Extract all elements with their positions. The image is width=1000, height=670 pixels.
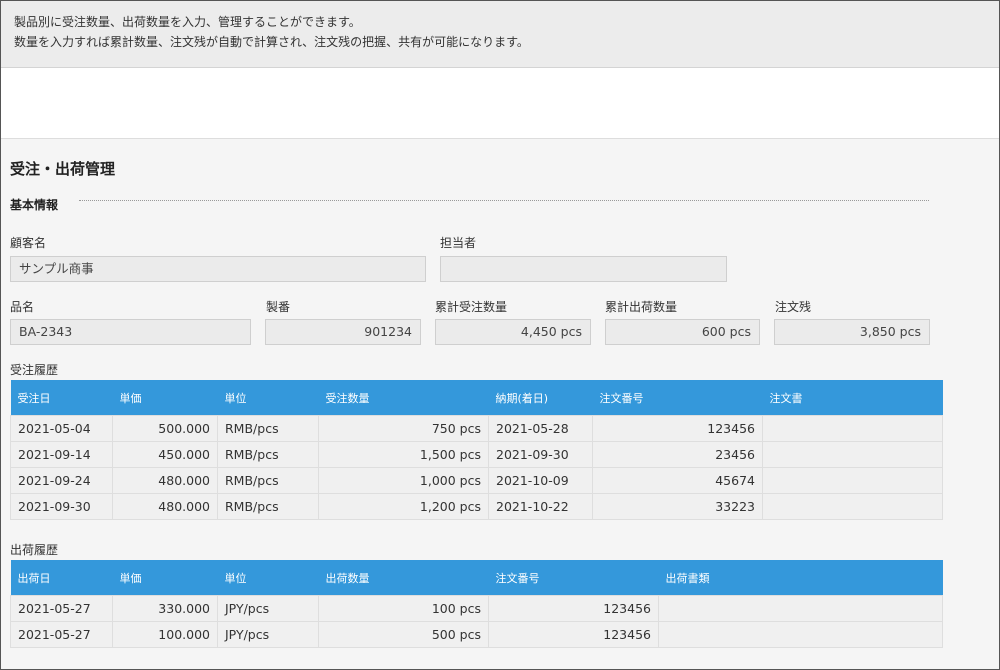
- order-number-cell[interactable]: 123456: [592, 415, 763, 442]
- ship-price-cell[interactable]: 100.000: [112, 621, 218, 648]
- ship-history-label: 出荷履歴: [10, 543, 59, 557]
- customer-label: 顧客名: [10, 236, 47, 250]
- order-unit-cell[interactable]: RMB/pcs: [217, 493, 319, 520]
- app-frame: 製品別に受注数量、出荷数量を入力、管理することができます。 数量を入力すれば累計…: [0, 0, 1000, 670]
- remaining-label: 注文残: [775, 300, 812, 314]
- order-col-unit: 単位: [217, 380, 319, 416]
- order-col-price: 単価: [112, 380, 218, 416]
- order-price-cell[interactable]: 500.000: [112, 415, 218, 442]
- ship-order-number-cell[interactable]: 123456: [488, 595, 659, 622]
- table-row[interactable]: 2021-09-14 450.000 RMB/pcs 1,500 pcs 202…: [10, 441, 943, 468]
- order-doc-cell[interactable]: [762, 441, 943, 468]
- table-row[interactable]: 2021-09-24 480.000 RMB/pcs 1,000 pcs 202…: [10, 467, 943, 494]
- ship-col-qty: 出荷数量: [318, 560, 489, 596]
- person-label: 担当者: [440, 236, 477, 250]
- ship-col-doc: 出荷書類: [658, 560, 943, 596]
- order-qty-cell[interactable]: 1,000 pcs: [318, 467, 489, 494]
- ship-doc-cell[interactable]: [658, 621, 943, 648]
- order-col-order-no: 注文番号: [592, 380, 763, 416]
- serial-label: 製番: [266, 300, 291, 314]
- order-history-header-row: 受注日 単価 単位 受注数量 納期(着日) 注文番号 注文書: [10, 380, 943, 416]
- table-row[interactable]: 2021-05-27 330.000 JPY/pcs 100 pcs 12345…: [10, 595, 943, 622]
- order-unit-cell[interactable]: RMB/pcs: [217, 415, 319, 442]
- order-doc-cell[interactable]: [762, 493, 943, 520]
- ship-unit-cell[interactable]: JPY/pcs: [217, 621, 319, 648]
- customer-field[interactable]: サンプル商事: [10, 256, 426, 282]
- order-doc-cell[interactable]: [762, 415, 943, 442]
- ship-date-cell[interactable]: 2021-05-27: [10, 595, 113, 622]
- section-divider: [79, 200, 929, 201]
- order-doc-cell[interactable]: [762, 467, 943, 494]
- blank-area: [1, 68, 999, 139]
- description-line-1: 製品別に受注数量、出荷数量を入力、管理することができます。: [14, 15, 361, 29]
- ship-order-number-cell[interactable]: 123456: [488, 621, 659, 648]
- total-order-field: 4,450 pcs: [435, 319, 591, 345]
- order-qty-cell[interactable]: 1,500 pcs: [318, 441, 489, 468]
- order-unit-cell[interactable]: RMB/pcs: [217, 467, 319, 494]
- total-ship-field: 600 pcs: [605, 319, 760, 345]
- ship-date-cell[interactable]: 2021-05-27: [10, 621, 113, 648]
- total-order-label: 累計受注数量: [435, 300, 508, 314]
- ship-doc-cell[interactable]: [658, 595, 943, 622]
- table-row[interactable]: 2021-05-27 100.000 JPY/pcs 500 pcs 12345…: [10, 621, 943, 648]
- order-price-cell[interactable]: 480.000: [112, 467, 218, 494]
- ship-qty-cell[interactable]: 100 pcs: [318, 595, 489, 622]
- order-history-label: 受注履歴: [10, 363, 59, 377]
- ship-price-cell[interactable]: 330.000: [112, 595, 218, 622]
- ship-col-date: 出荷日: [10, 560, 113, 596]
- order-number-cell[interactable]: 45674: [592, 467, 763, 494]
- table-row[interactable]: 2021-05-04 500.000 RMB/pcs 750 pcs 2021-…: [10, 415, 943, 442]
- order-delivery-cell[interactable]: 2021-09-30: [488, 441, 593, 468]
- ship-unit-cell[interactable]: JPY/pcs: [217, 595, 319, 622]
- order-number-cell[interactable]: 23456: [592, 441, 763, 468]
- order-qty-cell[interactable]: 1,200 pcs: [318, 493, 489, 520]
- order-price-cell[interactable]: 450.000: [112, 441, 218, 468]
- remaining-field: 3,850 pcs: [774, 319, 930, 345]
- order-date-cell[interactable]: 2021-09-14: [10, 441, 113, 468]
- ship-col-price: 単価: [112, 560, 218, 596]
- person-field[interactable]: [440, 256, 727, 282]
- order-delivery-cell[interactable]: 2021-05-28: [488, 415, 593, 442]
- order-delivery-cell[interactable]: 2021-10-22: [488, 493, 593, 520]
- order-col-doc: 注文書: [762, 380, 943, 416]
- ship-history-table: 出荷日 単価 単位 出荷数量 注文番号 出荷書類 2021-05-27 330.…: [10, 560, 943, 648]
- order-qty-cell[interactable]: 750 pcs: [318, 415, 489, 442]
- order-date-cell[interactable]: 2021-09-30: [10, 493, 113, 520]
- order-date-cell[interactable]: 2021-09-24: [10, 467, 113, 494]
- product-label: 品名: [10, 300, 35, 314]
- ship-qty-cell[interactable]: 500 pcs: [318, 621, 489, 648]
- section-title-basic-info: 基本情報: [10, 198, 59, 212]
- product-field[interactable]: BA-2343: [10, 319, 251, 345]
- order-price-cell[interactable]: 480.000: [112, 493, 218, 520]
- ship-history-header-row: 出荷日 単価 単位 出荷数量 注文番号 出荷書類: [10, 560, 943, 596]
- order-col-delivery: 納期(着日): [488, 380, 593, 416]
- order-history-table: 受注日 単価 単位 受注数量 納期(着日) 注文番号 注文書 2021-05-0…: [10, 380, 943, 520]
- order-col-date: 受注日: [10, 380, 113, 416]
- order-date-cell[interactable]: 2021-05-04: [10, 415, 113, 442]
- total-ship-label: 累計出荷数量: [605, 300, 678, 314]
- description-line-2: 数量を入力すれば累計数量、注文残が自動で計算され、注文残の把握、共有が可能になり…: [14, 35, 529, 49]
- ship-col-order-no: 注文番号: [488, 560, 659, 596]
- order-number-cell[interactable]: 33223: [592, 493, 763, 520]
- order-col-qty: 受注数量: [318, 380, 489, 416]
- serial-field[interactable]: 901234: [265, 319, 421, 345]
- form-title: 受注・出荷管理: [10, 160, 116, 178]
- description-banner: 製品別に受注数量、出荷数量を入力、管理することができます。 数量を入力すれば累計…: [1, 1, 999, 68]
- ship-col-unit: 単位: [217, 560, 319, 596]
- table-row[interactable]: 2021-09-30 480.000 RMB/pcs 1,200 pcs 202…: [10, 493, 943, 520]
- order-unit-cell[interactable]: RMB/pcs: [217, 441, 319, 468]
- order-delivery-cell[interactable]: 2021-10-09: [488, 467, 593, 494]
